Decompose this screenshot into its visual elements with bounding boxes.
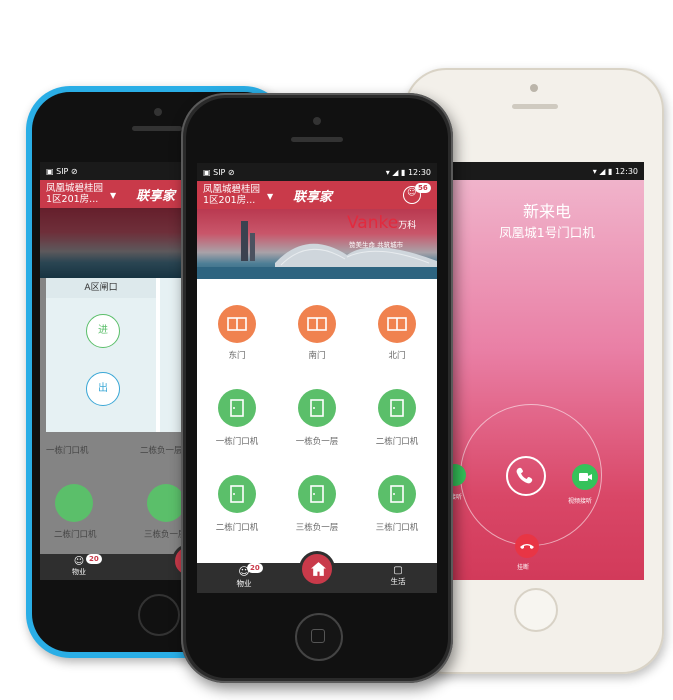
door-icon xyxy=(390,399,404,417)
user-icon: ☺ xyxy=(73,556,85,567)
signal-icon: ◢ xyxy=(599,166,606,176)
status-carrier: SIP xyxy=(213,167,226,177)
left-nav-property[interactable]: ☺ 物业 xyxy=(72,556,86,577)
bag-icon: ▢ xyxy=(393,565,403,576)
door-button-1[interactable] xyxy=(218,389,256,427)
center-phone-camera xyxy=(313,117,321,125)
home-icon xyxy=(311,562,326,576)
bottom-nav: ☺ 物业 20 ▢ 生活 xyxy=(197,551,437,593)
wifi-icon: ▾ xyxy=(592,166,597,176)
door-label-3: 二栋门口机 xyxy=(375,437,419,447)
left-phone-home-button[interactable] xyxy=(138,594,180,636)
door-button-3[interactable] xyxy=(378,389,416,427)
door-button-5[interactable] xyxy=(298,475,336,513)
signal-icon: ◢ xyxy=(392,167,399,177)
answer-video-button[interactable] xyxy=(572,464,598,490)
gate-east-button[interactable] xyxy=(218,305,256,343)
right-phone-earpiece xyxy=(512,104,558,109)
caller-name: 凤凰城1号门口机 xyxy=(499,225,595,240)
door-button-4[interactable] xyxy=(218,475,256,513)
battery-icon: ▮ xyxy=(607,166,613,176)
vanke-brand: Vanke万科 xyxy=(347,213,417,233)
vanke-slogan: 赞美生命 共筑城市 xyxy=(349,241,404,249)
vanke-brand-cn: 万科 xyxy=(398,221,417,231)
left-door-button-1[interactable] xyxy=(55,484,93,522)
gate-south-button[interactable] xyxy=(298,305,336,343)
gate-icon xyxy=(387,317,407,331)
battery-icon: ▮ xyxy=(400,167,406,177)
center-phone-earpiece xyxy=(291,137,343,142)
mute-icon: ⊘ xyxy=(227,167,235,177)
home-square-icon xyxy=(311,629,325,643)
call-center-handle[interactable] xyxy=(506,456,546,496)
door-label-2: 一栋负一层 xyxy=(295,437,339,447)
right-phone-home-button[interactable] xyxy=(514,588,558,632)
door-label-4: 二栋门口机 xyxy=(215,523,259,533)
left-door-button-2[interactable] xyxy=(147,484,185,522)
center-phone-home-button[interactable] xyxy=(295,613,343,661)
right-phone-camera xyxy=(530,84,538,92)
sim-icon: ▣ xyxy=(46,166,54,176)
answer-video-label: 视频接听 xyxy=(568,498,593,505)
video-camera-icon xyxy=(579,473,592,481)
app-logo: 联享家 xyxy=(293,190,333,205)
notification-badge: 56 xyxy=(415,183,431,193)
door-button-6[interactable] xyxy=(378,475,416,513)
location-selector[interactable]: 凤凰城碧桂园 1区201房... xyxy=(203,184,260,206)
status-bar: ▣ SIP ⊘ ▾ ◢ ▮ 12:30 xyxy=(197,163,437,181)
center-phone: ▣ SIP ⊘ ▾ ◢ ▮ 12:30 凤凰城碧桂园 1区201房... ▼ 联… xyxy=(181,93,453,683)
hangup-label: 挂断 xyxy=(517,564,530,571)
door-icon xyxy=(310,485,324,503)
gate-north-label: 北门 xyxy=(388,351,406,361)
location-line2: 1区201房... xyxy=(203,195,256,206)
dialog-title: A区闸口 xyxy=(46,278,156,298)
left-door-label-1: 一栋门口机 xyxy=(46,446,89,456)
door-label-1: 一栋门口机 xyxy=(215,437,259,447)
nav-property-label: 物业 xyxy=(236,579,252,588)
nav-life-label: 生活 xyxy=(390,577,406,586)
left-phone-earpiece xyxy=(132,126,182,131)
exit-button[interactable]: 出 xyxy=(86,372,120,406)
gate-east-label: 东门 xyxy=(228,351,246,361)
mute-icon: ⊘ xyxy=(70,166,78,176)
status-time: 12:30 xyxy=(407,167,431,177)
gate-icon xyxy=(307,317,327,331)
enter-button[interactable]: 进 xyxy=(86,314,120,348)
left-phone-camera xyxy=(154,108,162,116)
left-nav-badge: 20 xyxy=(86,554,102,564)
location-line1: 凤凰城碧桂园 xyxy=(203,184,261,195)
left-door-label-3: 二栋门口机 xyxy=(54,530,97,540)
door-button-2[interactable] xyxy=(298,389,336,427)
gate-south-label: 南门 xyxy=(308,351,326,361)
hangup-icon xyxy=(520,544,534,549)
left-location[interactable]: 凤凰城碧桂园 1区201房... xyxy=(46,183,103,205)
app-logo: 联享家 xyxy=(136,189,176,204)
nav-life[interactable]: ▢ 生活 xyxy=(381,565,415,587)
door-icon xyxy=(310,399,324,417)
chevron-down-icon[interactable]: ▼ xyxy=(267,192,273,201)
phone-ring-icon xyxy=(516,467,533,484)
call-title: 新来电 xyxy=(522,202,571,221)
gate-icon xyxy=(227,317,247,331)
hangup-button[interactable] xyxy=(515,534,539,558)
left-door-label-2: 二栋负一层 xyxy=(140,446,183,456)
door-icon xyxy=(230,485,244,503)
call-status-bar: ▾ ◢ ▮ 12:30 xyxy=(450,162,644,180)
right-phone-screen: ▾ ◢ ▮ 12:30 新来电 凤凰城1号门口机 接听 视频接听 挂断 xyxy=(450,162,644,580)
status-time: 12:30 xyxy=(614,166,638,176)
wifi-icon: ▾ xyxy=(385,167,390,177)
nav-property-badge: 20 xyxy=(247,563,263,573)
door-icon xyxy=(230,399,244,417)
center-phone-screen: ▣ SIP ⊘ ▾ ◢ ▮ 12:30 凤凰城碧桂园 1区201房... ▼ 联… xyxy=(197,163,437,593)
sim-icon: ▣ xyxy=(203,167,211,177)
door-icon xyxy=(390,485,404,503)
home-button[interactable] xyxy=(299,551,335,587)
app-bar: 凤凰城碧桂园 1区201房... ▼ 联享家 ☺ 56 xyxy=(197,181,437,209)
door-label-6: 三栋门口机 xyxy=(375,523,419,533)
chevron-down-icon[interactable]: ▼ xyxy=(110,191,116,200)
gate-north-button[interactable] xyxy=(378,305,416,343)
door-label-5: 三栋负一层 xyxy=(295,523,339,533)
vanke-banner[interactable]: Vanke万科 赞美生命 共筑城市 xyxy=(197,209,437,279)
